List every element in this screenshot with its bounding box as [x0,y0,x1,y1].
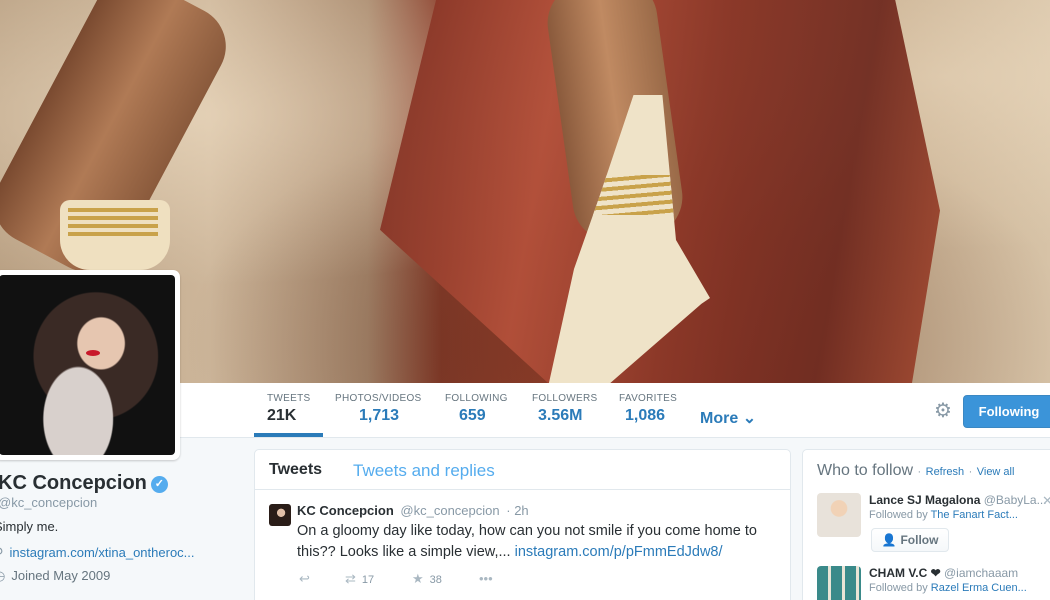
stat-label: PHOTOS/VIDEOS [335,393,422,404]
profile-name-text: KC Concepcion [0,472,147,494]
retweet-button[interactable]: ⇄ 17 [345,571,374,587]
stat-tweets[interactable]: TWEETS 21K [253,393,325,437]
tweet-actions: ↩ ⇄ 17 ★ 38 ••• [297,571,597,591]
stat-label: FOLLOWERS [532,393,598,404]
tweet-avatar[interactable] [269,504,291,526]
profile-name: KC Concepcion ✓ [0,472,168,495]
profile-link[interactable]: ⚲ instagram.com/xtina_ontheroc... [0,545,195,561]
stat-label: FOLLOWING [445,393,508,404]
follow-label: Follow [900,533,939,547]
more-menu-button[interactable]: More ⌄ [700,408,756,428]
stat-following[interactable]: FOLLOWING 659 [445,393,508,425]
more-label: More [700,410,739,427]
stat-label: TWEETS [267,393,311,404]
tweet-text: On a gloomy day like today, how can you … [297,521,787,563]
profile-avatar[interactable] [0,270,180,460]
profile-link-text[interactable]: instagram.com/xtina_ontheroc... [10,545,195,560]
refresh-link[interactable]: Refresh [926,466,965,478]
stat-label: FAVORITES [619,393,678,404]
timeline-tabs: Tweets Tweets and replies [255,450,790,490]
view-all-link[interactable]: View all [977,466,1015,478]
star-icon: ★ [412,571,424,586]
suggestion-handle[interactable]: @iamchaaam [944,566,1018,580]
who-to-follow-header: Who to follow · Refresh · View all [817,462,1014,480]
more-actions-icon[interactable]: ••• [479,571,493,586]
suggestion-handle[interactable]: @BabyLa... [984,493,1047,507]
suggestion-name[interactable]: Lance SJ Magalona [869,493,980,507]
who-to-follow-panel: Who to follow · Refresh · View all Lance… [802,449,1050,600]
retweet-count: 17 [361,574,375,586]
tweet-link[interactable]: instagram.com/p/pFmmEdJdw8/ [515,544,723,560]
followed-by: Followed by Razel Erma Cuen... [869,582,1027,594]
profile-joined: ◷ Joined May 2009 [0,568,110,584]
who-to-follow-title: Who to follow [817,462,914,479]
followed-by-prefix: Followed by [869,582,928,594]
suggestion-name-line: CHAM V.C ❤ @iamchaaam [869,566,1018,580]
joined-text: Joined May 2009 [11,568,111,583]
reply-icon[interactable]: ↩ [299,571,310,587]
following-button[interactable]: Following [963,395,1050,428]
separator: · [917,466,922,478]
tweet-handle[interactable]: @kc_concepcion [400,503,499,518]
followed-by-prefix: Followed by [869,509,928,521]
follow-button[interactable]: 👤 Follow [871,528,949,552]
stat-value: 21K [267,407,297,424]
stat-value: 659 [459,407,486,424]
add-user-icon: 👤 [881,533,897,547]
stat-favorites[interactable]: FAVORITES 1,086 [619,393,677,425]
suggestion-avatar[interactable] [817,493,861,537]
stat-value: 1,086 [625,407,666,424]
suggestion-name-line: Lance SJ Magalona @BabyLa... [869,493,1047,507]
tweet-header: KC Concepcion @kc_concepcion · 2h [297,503,529,518]
stat-photos-videos[interactable]: PHOTOS/VIDEOS 1,713 [335,393,422,425]
followed-by-name[interactable]: The Fanart Fact... [931,509,1018,521]
stat-value: 1,713 [359,407,400,424]
tab-tweets-and-replies[interactable]: Tweets and replies [353,461,495,481]
favorite-button[interactable]: ★ 38 [412,571,442,587]
suggestion-avatar[interactable] [817,566,861,600]
gear-icon[interactable]: ⚙ [932,400,954,422]
suggestion-name[interactable]: CHAM V.C ❤ [869,566,941,580]
favorite-count: 38 [429,574,442,586]
link-icon: ⚲ [0,545,4,560]
profile-bio: Simply me. [0,519,59,534]
tweet-author[interactable]: KC Concepcion [297,503,394,518]
verified-badge-icon: ✓ [150,476,168,493]
stat-value: 3.56M [538,407,583,424]
chevron-down-icon: ⌄ [742,410,757,427]
followed-by-name[interactable]: Razel Erma Cuen... [931,582,1027,594]
stat-followers[interactable]: FOLLOWERS 3.56M [532,393,598,425]
tab-tweets[interactable]: Tweets [269,461,322,479]
separator: · [968,466,973,478]
dismiss-icon[interactable]: ✕ [1042,493,1050,509]
followed-by: Followed by The Fanart Fact... [869,509,1018,521]
timeline: Tweets Tweets and replies KC Concepcion … [254,449,791,600]
clock-icon: ◷ [0,568,5,583]
retweet-icon: ⇄ [345,571,356,586]
profile-handle[interactable]: @kc_concepcion [0,495,97,510]
tweet-time[interactable]: · 2h [506,503,528,518]
